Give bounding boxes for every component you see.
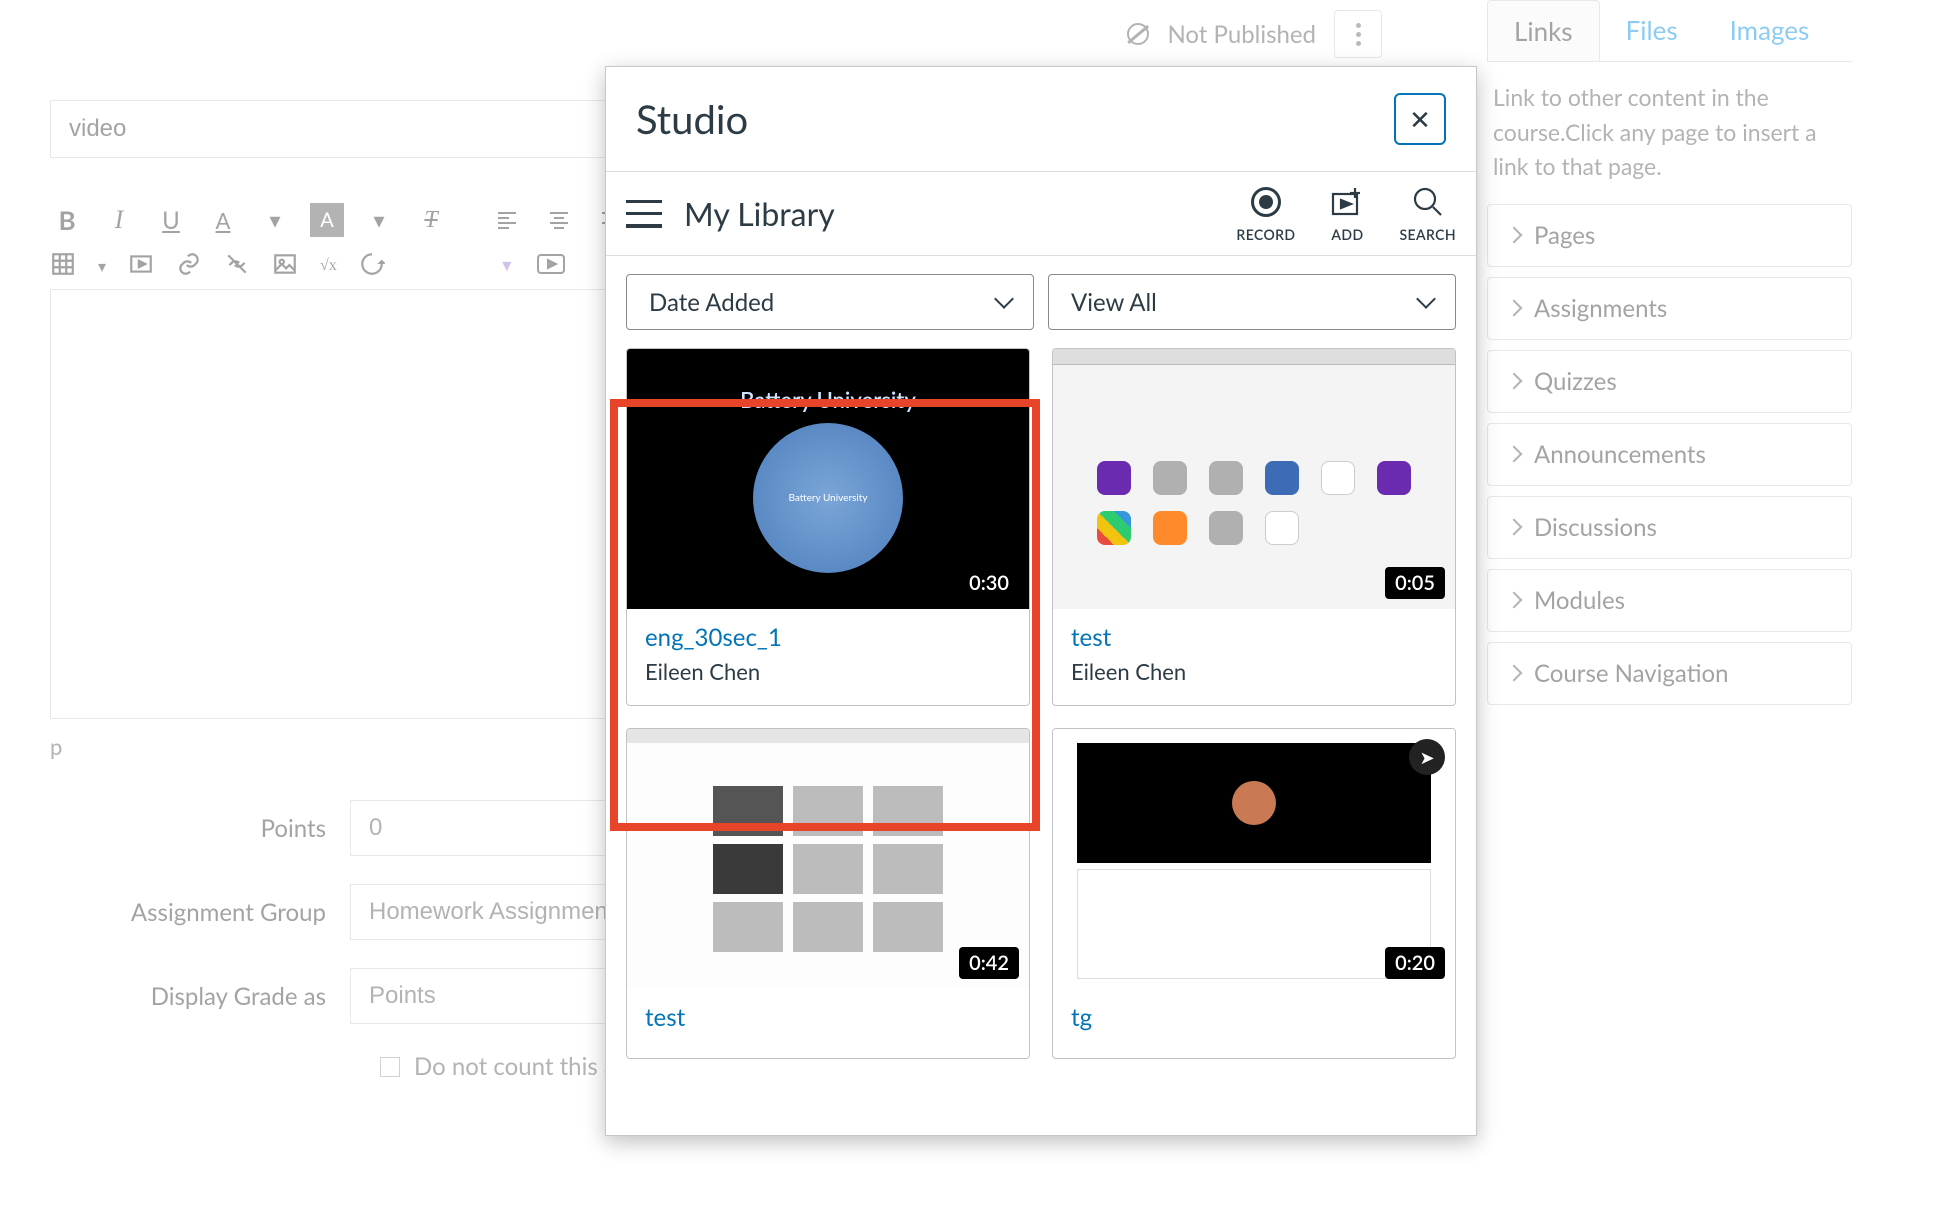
duration-badge: 0:05: [1385, 567, 1445, 599]
studio-play-button[interactable]: [537, 254, 565, 278]
tab-files[interactable]: Files: [1600, 0, 1704, 61]
chevron-right-icon: [1506, 373, 1523, 390]
more-options-button[interactable]: [1334, 10, 1382, 58]
media-title[interactable]: tg: [1071, 1003, 1437, 1032]
hamburger-menu-button[interactable]: [626, 200, 662, 228]
insert-description: Link to other content in the course.Clic…: [1487, 61, 1852, 204]
media-title[interactable]: test: [645, 1003, 1011, 1032]
embed-button[interactable]: [359, 251, 385, 281]
accordion-label: Discussions: [1534, 513, 1657, 542]
duration-badge: 0:20: [1385, 947, 1445, 979]
text-color-button[interactable]: A: [206, 203, 240, 237]
record-label: RECORD: [1236, 226, 1295, 243]
chevron-right-icon: [1506, 665, 1523, 682]
media-card[interactable]: 0:05 test Eileen Chen: [1052, 348, 1456, 706]
insert-tabs: Links Files Images: [1487, 0, 1852, 61]
table-dropdown-icon[interactable]: ▾: [98, 257, 106, 276]
studio-modal: Studio ✕ My Library RECORD ADD: [605, 66, 1477, 1136]
accordion-quizzes[interactable]: Quizzes: [1487, 350, 1852, 413]
underline-button[interactable]: U: [154, 203, 188, 237]
bg-color-button[interactable]: A: [310, 203, 344, 237]
record-button[interactable]: RECORD: [1236, 184, 1295, 243]
tab-images[interactable]: Images: [1704, 0, 1836, 61]
accordion-announcements[interactable]: Announcements: [1487, 423, 1852, 486]
accordion-label: Quizzes: [1534, 367, 1617, 396]
accordion-discussions[interactable]: Discussions: [1487, 496, 1852, 559]
tab-links[interactable]: Links: [1487, 0, 1600, 61]
accordion-label: Assignments: [1534, 294, 1667, 323]
display-grade-label: Display Grade as: [50, 982, 350, 1011]
unlink-button[interactable]: [224, 251, 250, 281]
image-button[interactable]: [272, 251, 298, 281]
clear-formatting-button[interactable]: T: [414, 203, 448, 237]
publish-status-text: Not Published: [1167, 20, 1316, 49]
accordion-pages[interactable]: Pages: [1487, 204, 1852, 267]
add-label: ADD: [1331, 226, 1363, 243]
media-thumbnail: Battery University Battery University 0:…: [627, 349, 1029, 609]
view-select[interactable]: View All: [1048, 274, 1456, 330]
align-center-button[interactable]: [542, 203, 576, 237]
chevron-right-icon: [1506, 227, 1523, 244]
media-title[interactable]: eng_30sec_1: [645, 623, 1011, 652]
accordion-course-navigation[interactable]: Course Navigation: [1487, 642, 1852, 705]
text-color-dropdown-icon[interactable]: ▾: [258, 203, 292, 237]
search-button[interactable]: SEARCH: [1399, 184, 1456, 243]
media-author: Eileen Chen: [1071, 658, 1437, 685]
library-title: My Library: [684, 194, 1214, 233]
points-label: Points: [50, 814, 350, 843]
publish-status-row: Not Published: [1127, 10, 1382, 58]
media-title[interactable]: test: [1071, 623, 1437, 652]
media-card[interactable]: 0:42 test: [626, 728, 1030, 1059]
search-label: SEARCH: [1399, 226, 1456, 243]
chevron-right-icon: [1506, 519, 1523, 536]
view-select-value: View All: [1071, 288, 1157, 317]
sort-select[interactable]: Date Added: [626, 274, 1034, 330]
studio-apps-button[interactable]: ▼: [499, 256, 515, 276]
accordion-label: Modules: [1534, 586, 1625, 615]
record-icon: [1251, 187, 1281, 217]
chevron-down-icon: [994, 289, 1014, 309]
chevron-right-icon: [1506, 592, 1523, 609]
close-icon: ✕: [1409, 103, 1431, 136]
media-author: Eileen Chen: [645, 658, 1011, 685]
add-icon: [1329, 184, 1365, 220]
italic-button[interactable]: I: [102, 203, 136, 237]
search-icon: [1410, 184, 1446, 220]
sort-select-value: Date Added: [649, 288, 774, 317]
media-thumbnail: 0:42: [627, 729, 1029, 989]
align-left-button[interactable]: [490, 203, 524, 237]
add-button[interactable]: ADD: [1329, 184, 1365, 243]
accordion-label: Pages: [1534, 221, 1595, 250]
table-button[interactable]: [50, 251, 76, 281]
modal-title: Studio: [636, 95, 748, 143]
chevron-down-icon: [1416, 289, 1436, 309]
duration-badge: 0:30: [959, 567, 1019, 599]
media-thumbnail: ➤ 0:20: [1053, 729, 1455, 989]
bold-button[interactable]: B: [50, 203, 84, 237]
not-published-icon: [1127, 23, 1149, 45]
assignment-group-label: Assignment Group: [50, 898, 350, 927]
accordion-assignments[interactable]: Assignments: [1487, 277, 1852, 340]
rocket-icon: ➤: [1409, 739, 1445, 775]
chevron-right-icon: [1506, 446, 1523, 463]
chevron-right-icon: [1506, 300, 1523, 317]
bg-color-dropdown-icon[interactable]: ▾: [362, 203, 396, 237]
accordion-modules[interactable]: Modules: [1487, 569, 1852, 632]
link-button[interactable]: [176, 251, 202, 281]
thumbnail-text: Battery University: [740, 386, 916, 413]
accordion-label: Announcements: [1534, 440, 1706, 469]
close-button[interactable]: ✕: [1394, 93, 1446, 145]
thumbnail-graphic: Battery University: [753, 423, 903, 573]
media-card[interactable]: Battery University Battery University 0:…: [626, 348, 1030, 706]
nocount-checkbox[interactable]: [380, 1057, 400, 1077]
media-thumbnail: 0:05: [1053, 349, 1455, 609]
equation-button[interactable]: √x: [320, 257, 337, 275]
duration-badge: 0:42: [959, 947, 1019, 979]
points-input[interactable]: [350, 800, 610, 856]
media-button[interactable]: [128, 251, 154, 281]
media-card[interactable]: ➤ 0:20 tg: [1052, 728, 1456, 1059]
accordion-label: Course Navigation: [1534, 659, 1728, 688]
